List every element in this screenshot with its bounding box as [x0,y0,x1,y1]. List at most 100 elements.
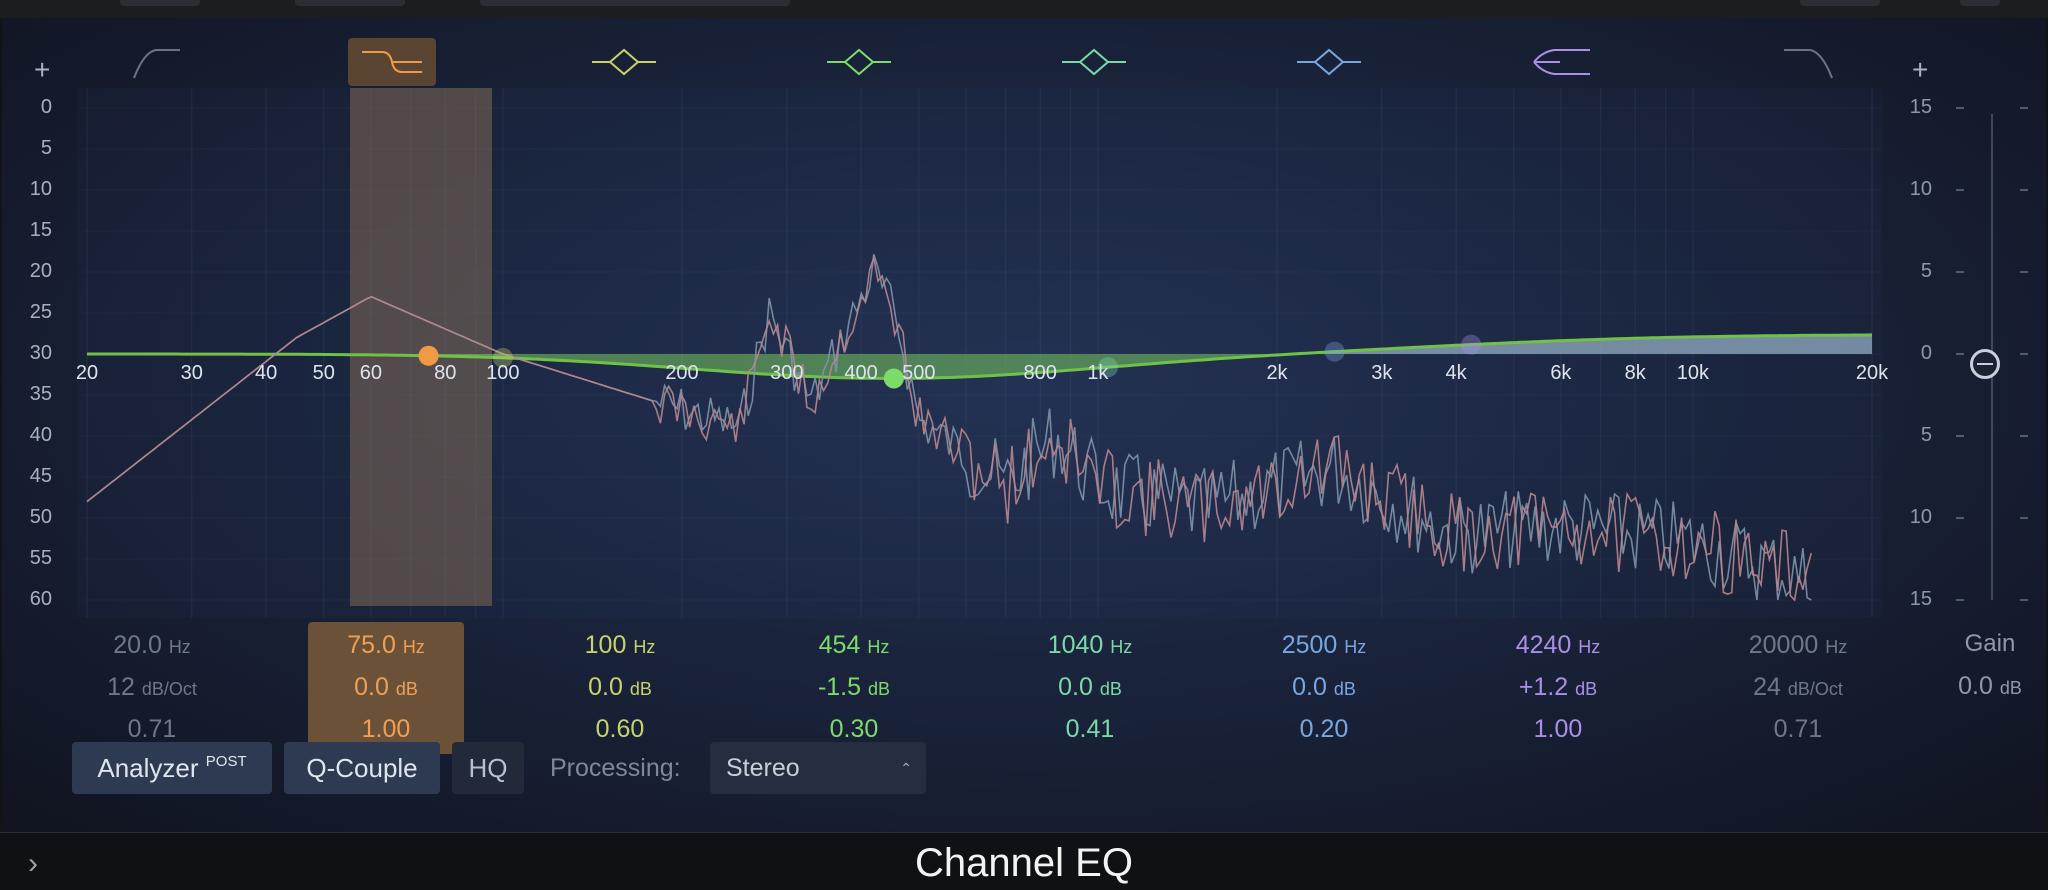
left-axis-label: 45 [29,465,52,487]
frequency-unit: Hz [168,637,191,657]
frequency-unit: Hz [1578,637,1601,657]
gain-value: 0.0 [588,673,623,701]
freq-label: 6k [1550,362,1572,384]
band-params-lowcut[interactable]: 20.0 Hz 12 dB/Oct 0.71 [74,624,230,750]
band-frequency[interactable]: 2500 Hz [1246,624,1402,666]
band-params-band3[interactable]: 1040 Hz 0.0 dB 0.41 [1012,624,1168,750]
gain-unit: dB [1333,679,1356,699]
band-q[interactable]: 0.20 [1246,708,1402,750]
gain-unit: dB [868,679,891,699]
analyzer-button[interactable]: Analyzer POST [72,742,272,794]
top-bar [0,0,2048,18]
band-q[interactable]: 0.71 [1720,708,1876,750]
band-q[interactable]: 0.41 [1012,708,1168,750]
right-axis-label: 15 [1909,96,1932,118]
freq-label: 8k [1625,362,1647,384]
band-params-lowshelf[interactable]: 75.0 Hz 0.0 dB 1.00 [308,622,464,754]
gain-label: Gain [1964,630,2016,657]
gain-value: +1.2 [1518,673,1569,701]
frequency-unit: Hz [1825,637,1848,657]
hq-button[interactable]: HQ [452,742,524,794]
gain-value: 0.0 [354,673,389,701]
gain-value: 24 [1753,673,1781,701]
band-frequency[interactable]: 75.0 Hz [308,624,464,666]
band-node[interactable] [1461,334,1482,355]
band-params-highcut[interactable]: 20000 Hz 24 dB/Oct 0.71 [1720,624,1876,750]
left-axis-label: 60 [29,588,52,610]
band-frequency[interactable]: 20000 Hz [1720,624,1876,666]
q-value: 1.00 [1533,715,1583,743]
freq-label: 1k [1087,362,1109,384]
gain-unit: dB/Oct [1787,679,1843,699]
freq-label: 500 [902,362,935,384]
gain-unit: dB [395,679,418,699]
freq-label: 4k [1446,362,1468,384]
left-axis-label: 40 [29,424,52,446]
updown-chevron-icon: ⌃ [900,760,912,776]
left-axis-label: 55 [29,547,52,569]
band-params-highshelf[interactable]: 4240 Hz +1.2 dB 1.00 [1480,624,1636,750]
freq-label: 800 [1024,362,1057,384]
band-frequency[interactable]: 454 Hz [776,624,932,666]
frequency-value: 4240 [1515,631,1572,659]
freq-label: 60 [360,362,382,384]
freq-label: 2k [1266,362,1288,384]
gain-value: 0.0 [1292,673,1327,701]
left-axis-label: 30 [29,342,52,364]
q-value: 0.20 [1299,715,1349,743]
freq-label: 30 [181,362,203,384]
band-params-band1[interactable]: 100 Hz 0.0 dB 0.60 [542,624,698,750]
q-couple-button[interactable]: Q-Couple [284,742,440,794]
gain-readout: Gain 0.0 dB [1940,624,2040,708]
q-value: 0.71 [127,715,177,743]
band-frequency[interactable]: 1040 Hz [1012,624,1168,666]
gain-value[interactable]: 0.0 dB [1940,664,2040,708]
band-frequency[interactable]: 100 Hz [542,624,698,666]
freq-label: 400 [844,362,877,384]
frequency-value: 1040 [1047,631,1104,659]
q-value: 0.60 [595,715,645,743]
frequency-unit: Hz [633,637,656,657]
band-gain[interactable]: 0.0 dB [1012,666,1168,708]
processing-value: Stereo [726,754,800,782]
processing-select[interactable]: Stereo ⌃ [710,742,926,794]
gain-unit: dB [629,679,652,699]
band-gain[interactable]: 0.0 dB [542,666,698,708]
band-gain[interactable]: 12 dB/Oct [74,666,230,708]
gain-knob[interactable] [1970,349,2000,379]
band-params-band2[interactable]: 454 Hz -1.5 dB 0.30 [776,624,932,750]
band-frequency[interactable]: 4240 Hz [1480,624,1636,666]
left-axis-label: 5 [40,137,52,159]
q-value: 0.30 [829,715,879,743]
right-axis-label: 5 [1920,260,1932,282]
right-axis-label: 10 [1909,178,1932,200]
left-axis-label: 50 [29,506,52,528]
gain-unit: dB [1575,679,1598,699]
band-frequency[interactable]: 20.0 Hz [74,624,230,666]
eq-graph[interactable]: 20 30 40 50 60 80 100 200 300 400 500 800 1k 2k 3k 4k 6k… [2,18,2046,618]
gain-unit: dB/Oct [141,679,197,699]
freq-label: 10k [1677,362,1710,384]
q-value: 0.71 [1773,715,1823,743]
band-gain[interactable]: 0.0 dB [1246,666,1402,708]
right-axis-label: 15 [1909,588,1932,610]
band-params-band4[interactable]: 2500 Hz 0.0 dB 0.20 [1246,624,1402,750]
right-axis-label: 5 [1920,424,1932,446]
band-node[interactable] [1324,341,1345,362]
frequency-unit: Hz [402,637,425,657]
band-gain[interactable]: -1.5 dB [776,666,932,708]
eq-panel: + + 20 30 40 50 60 80 100 200 300 400 500 800 1k 2k 3k… [2,18,2046,832]
q-value: 0.41 [1065,715,1115,743]
band-node[interactable] [883,368,904,389]
plugin-title: Channel EQ [915,841,1133,885]
band-gain[interactable]: 0.0 dB [308,666,464,708]
freq-label: 50 [313,362,335,384]
band-q[interactable]: 1.00 [1480,708,1636,750]
freq-label: 80 [434,362,456,384]
freq-label: 20 [76,362,98,384]
frequency-value: 2500 [1281,631,1338,659]
frequency-value: 20.0 [113,631,162,659]
band-gain[interactable]: +1.2 dB [1480,666,1636,708]
band-gain[interactable]: 24 dB/Oct [1720,666,1876,708]
left-axis-label: 10 [29,178,52,200]
